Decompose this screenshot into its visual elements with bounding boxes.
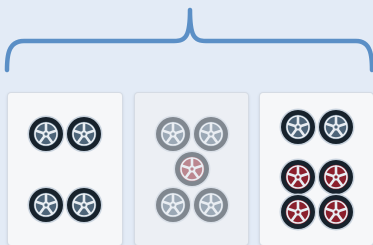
wheel-group-panel-1 (8, 93, 122, 245)
wheel-icon (65, 115, 103, 153)
wheel-icon (27, 115, 65, 153)
red-wheel-icon (317, 193, 355, 231)
wheel-icon (27, 186, 65, 224)
curly-brace (4, 7, 373, 73)
wheel-icon (279, 108, 317, 146)
red-wheel-icon (279, 158, 317, 196)
red-wheel-icon (279, 193, 317, 231)
red-wheel-icon (317, 158, 355, 196)
wheel-icon (317, 108, 355, 146)
red-wheel-icon (173, 150, 211, 188)
wheel-icon (192, 186, 230, 224)
wheel-icon (65, 186, 103, 224)
wheel-group-panel-3 (260, 93, 373, 245)
wheel-icon (154, 115, 192, 153)
wheel-icon (192, 115, 230, 153)
wheel-icon (154, 186, 192, 224)
wheel-group-panel-2 (135, 93, 248, 245)
